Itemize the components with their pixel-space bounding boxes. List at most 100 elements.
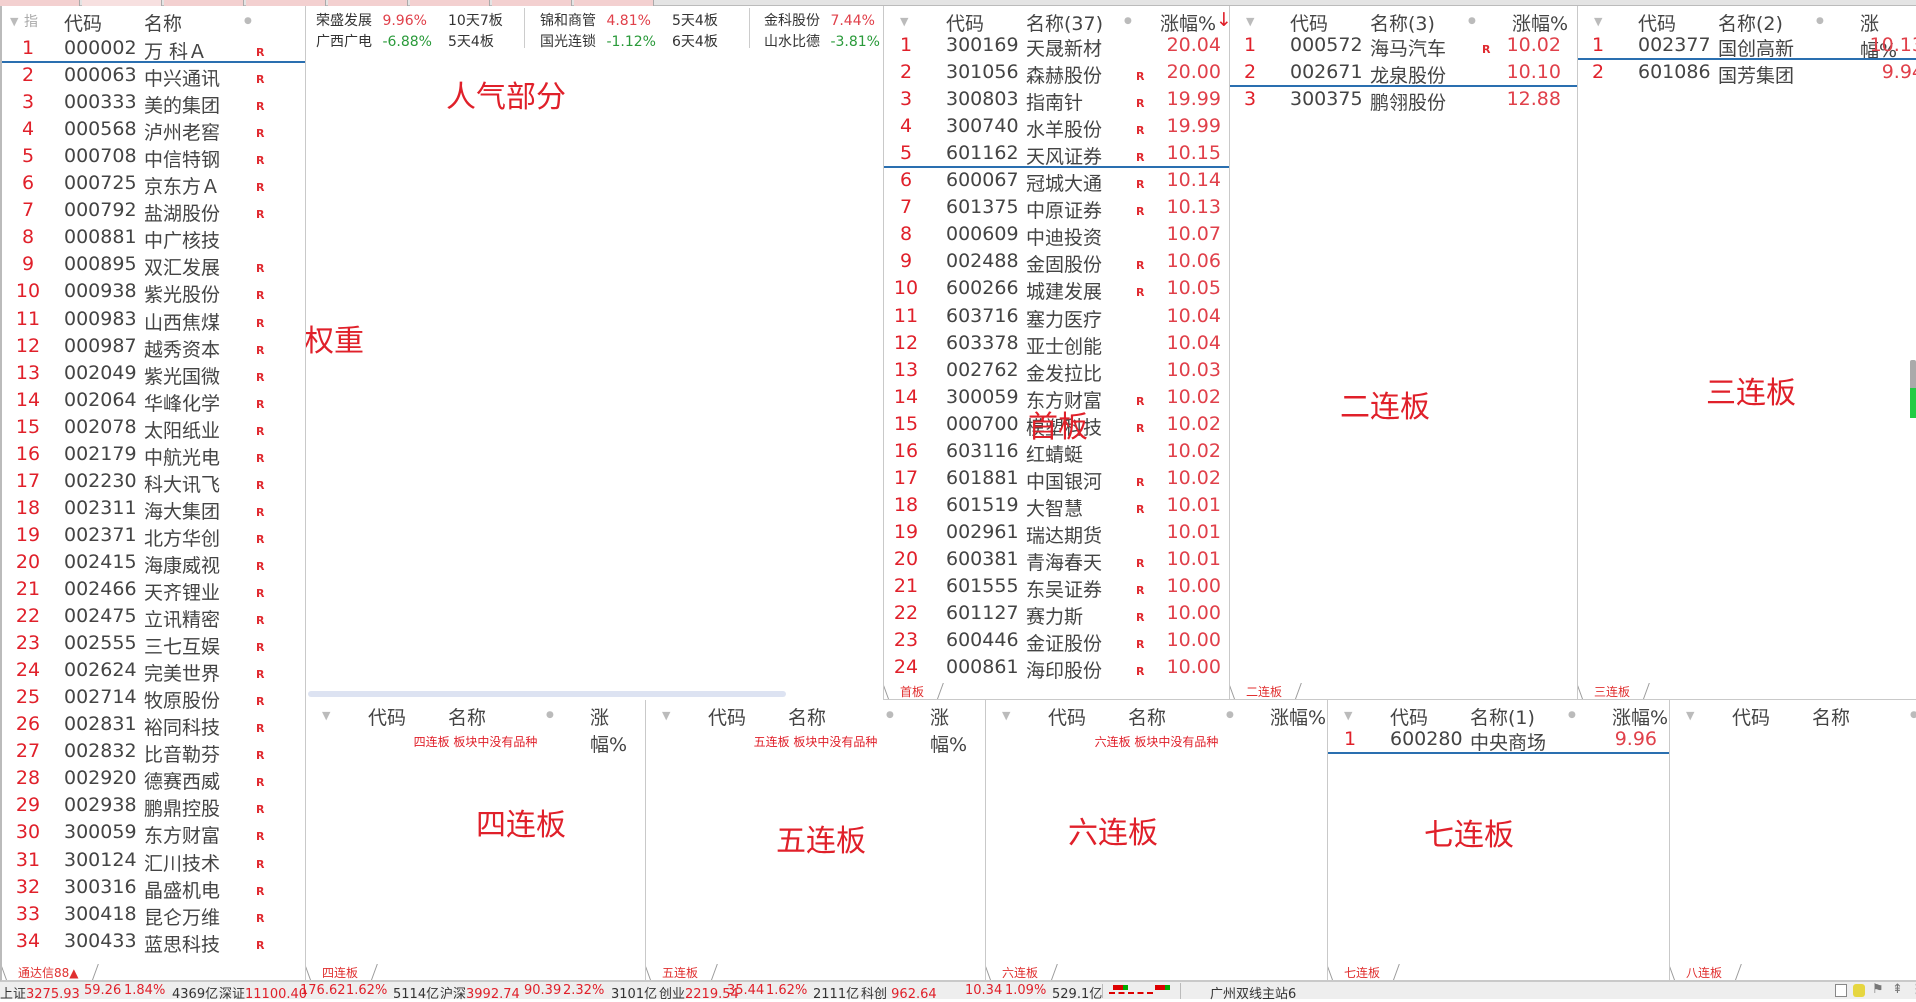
pop-item[interactable]: 国光连锁 -1.12% 6天4板 (540, 31, 718, 51)
table-row[interactable]: 5 000708 中信特钢 R (2, 144, 305, 171)
table-row[interactable]: 3 000333 美的集团 R (2, 90, 305, 117)
table-row[interactable]: 18 601519 大智慧 R 10.01 (884, 493, 1229, 520)
signal-icon[interactable]: ⚑ (1872, 982, 1884, 997)
side-level-indicator[interactable] (1910, 360, 1916, 418)
table-row[interactable]: 27 002832 比音勒芬 R (2, 739, 305, 766)
table-row[interactable]: 8 000881 中广核技 (2, 225, 305, 252)
table-row[interactable]: 3 300803 指南针 R 19.99 (884, 87, 1229, 114)
table-row[interactable]: 22 601127 赛力斯 R 10.00 (884, 601, 1229, 628)
table-row[interactable]: 33 300418 昆仑万维 R (2, 902, 305, 929)
table-row[interactable]: 10 000938 紫光股份 R (2, 279, 305, 306)
table-row[interactable]: 2 301056 森赫股份 R 20.00 (884, 60, 1229, 87)
sort-triangle-icon[interactable]: ▼ (10, 15, 18, 28)
tab-seventh-board[interactable]: 七连板 (1332, 964, 1398, 980)
change-header[interactable]: 涨幅% (1160, 9, 1216, 36)
table-row[interactable]: 6 600067 冠城大通 R 10.14 (884, 168, 1229, 195)
pop-item[interactable]: 荣盛发展 9.96% 10天7板 (316, 10, 503, 30)
pop-item[interactable]: 金科股份 7.44% (764, 10, 875, 30)
table-row[interactable]: 18 002311 海大集团 R (2, 496, 305, 523)
table-row[interactable]: 11 000983 山西焦煤 R (2, 307, 305, 334)
name-header[interactable]: 名称(2) (1718, 9, 1783, 36)
sort-triangle-icon[interactable]: ▼ (1344, 709, 1352, 722)
table-row[interactable]: 12 603378 亚士创能 10.04 (884, 331, 1229, 358)
change-header[interactable]: 涨幅% (1270, 703, 1326, 730)
table-row[interactable]: 12 000987 越秀资本 R (2, 334, 305, 361)
table-row[interactable]: 20 600381 青海春天 R 10.01 (884, 547, 1229, 574)
table-row[interactable]: 2 601086 国芳集团 9.94 (1578, 60, 1916, 87)
table-row[interactable]: 2 002671 龙泉股份 10.10 (1230, 60, 1577, 88)
table-row[interactable]: 1 300169 天晟新材 20.04 (884, 33, 1229, 60)
index-kc[interactable]: 科创 962.64 (861, 983, 937, 1002)
tab-second-board[interactable]: 二连板 (1234, 683, 1300, 699)
sort-triangle-icon[interactable]: ▼ (1686, 709, 1694, 722)
notes-icon[interactable] (1835, 984, 1847, 997)
code-header[interactable]: 代码 (1390, 703, 1428, 730)
table-row[interactable]: 1 600280 中央商场 9.96 (1328, 727, 1669, 754)
table-row[interactable]: 22 002475 立讯精密 R (2, 604, 305, 631)
code-header[interactable]: 代码 (1048, 703, 1086, 730)
tab-fourth-board[interactable]: 四连板 (310, 964, 376, 980)
sort-triangle-icon[interactable]: ▼ (1246, 15, 1254, 28)
code-header[interactable]: 代码 (64, 9, 102, 36)
table-row[interactable]: 26 002831 裕同科技 R (2, 712, 305, 739)
table-row[interactable]: 31 300124 汇川技术 R (2, 848, 305, 875)
change-header[interactable]: 涨幅% (1512, 9, 1568, 36)
market-breadth-indicator[interactable] (1102, 984, 1178, 998)
table-row[interactable]: 34 300433 蓝思科技 R (2, 929, 305, 956)
table-row[interactable]: 6 000725 京东方Ａ R (2, 171, 305, 198)
table-row[interactable]: 4 000568 泸州老窖 R (2, 117, 305, 144)
table-row[interactable]: 7 601375 中原证券 R 10.13 (884, 195, 1229, 222)
tab-first-board[interactable]: 首板 (888, 683, 942, 699)
table-row[interactable]: 23 600446 金证股份 R 10.00 (884, 628, 1229, 655)
horizontal-scrollbar[interactable] (308, 691, 786, 697)
table-row[interactable]: 17 002230 科大讯飞 R (2, 469, 305, 496)
table-row[interactable]: 17 601881 中国银河 R 10.02 (884, 466, 1229, 493)
pop-item[interactable]: 广西广电 -6.88% 5天4板 (316, 31, 494, 51)
pop-item[interactable]: 锦和商管 4.81% 5天4板 (540, 10, 718, 30)
table-row[interactable]: 7 000792 盐湖股份 R (2, 198, 305, 225)
table-row[interactable]: 14 002064 华峰化学 R (2, 388, 305, 415)
table-row[interactable]: 29 002938 鹏鼎控股 R (2, 793, 305, 820)
table-row[interactable]: 23 002555 三七互娱 R (2, 631, 305, 658)
expand-icon[interactable]: ⇞ (1892, 982, 1903, 997)
sort-desc-icon[interactable]: ↓ (1216, 9, 1229, 31)
index-sz[interactable]: 深证11100.40 (219, 983, 307, 1002)
table-row[interactable]: 5 601162 天风证券 R 10.15 (884, 141, 1229, 169)
name-header[interactable]: 名称(1) (1470, 703, 1535, 730)
tab-sixth-board[interactable]: 六连板 (990, 964, 1056, 980)
name-header[interactable]: 名称 (1812, 703, 1850, 730)
index-hs[interactable]: 沪深3992.74 (440, 983, 520, 1002)
table-row[interactable]: 21 601555 东吴证券 R 10.00 (884, 574, 1229, 601)
table-row[interactable]: 9 002488 金固股份 R 10.06 (884, 249, 1229, 276)
tab-fifth-board[interactable]: 五连板 (650, 964, 716, 980)
sort-triangle-icon[interactable]: ▼ (1594, 15, 1602, 28)
code-header[interactable]: 代码 (368, 703, 406, 730)
table-row[interactable]: 13 002762 金发拉比 10.03 (884, 358, 1229, 385)
table-row[interactable]: 13 002049 紫光国微 R (2, 361, 305, 388)
table-row[interactable]: 28 002920 德赛西威 R (2, 766, 305, 793)
name-header[interactable]: 名称(37) (1026, 9, 1103, 36)
table-row[interactable]: 19 002371 北方华创 R (2, 523, 305, 550)
table-row[interactable]: 24 000861 海印股份 R 10.00 (884, 655, 1229, 682)
name-header[interactable]: 名称 (1128, 703, 1166, 730)
table-row[interactable]: 11 603716 塞力医疗 10.04 (884, 304, 1229, 331)
table-row[interactable]: 20 002415 海康威视 R (2, 550, 305, 577)
table-row[interactable]: 2 000063 中兴通讯 R (2, 63, 305, 90)
table-row[interactable]: 4 300740 水羊股份 R 19.99 (884, 114, 1229, 141)
table-row[interactable]: 1 002377 国创高新 10.13 (1578, 33, 1916, 60)
sort-triangle-icon[interactable]: ▼ (1002, 709, 1010, 722)
table-row[interactable]: 21 002466 天齐锂业 R (2, 577, 305, 604)
table-row[interactable]: 1 000572 海马汽车 R 10.02 (1230, 33, 1577, 60)
table-row[interactable]: 1 000002 万 科Ａ R (2, 36, 305, 63)
name-header[interactable]: 名称 (144, 9, 182, 36)
table-row[interactable]: 25 002714 牧原股份 R (2, 685, 305, 712)
table-row[interactable]: 8 000609 中迪投资 10.07 (884, 222, 1229, 249)
name-header[interactable]: 名称(3) (1370, 9, 1435, 36)
server-name[interactable]: 广州双线主站6 (1210, 983, 1296, 1002)
sort-triangle-icon[interactable]: ▼ (322, 709, 330, 722)
table-row[interactable]: 10 600266 城建发展 R 10.05 (884, 276, 1229, 303)
code-header[interactable]: 代码 (708, 703, 746, 730)
table-row[interactable]: 15 002078 太阳纸业 R (2, 415, 305, 442)
table-row[interactable]: 32 300316 晶盛机电 R (2, 875, 305, 902)
name-header[interactable]: 名称 (788, 703, 826, 730)
